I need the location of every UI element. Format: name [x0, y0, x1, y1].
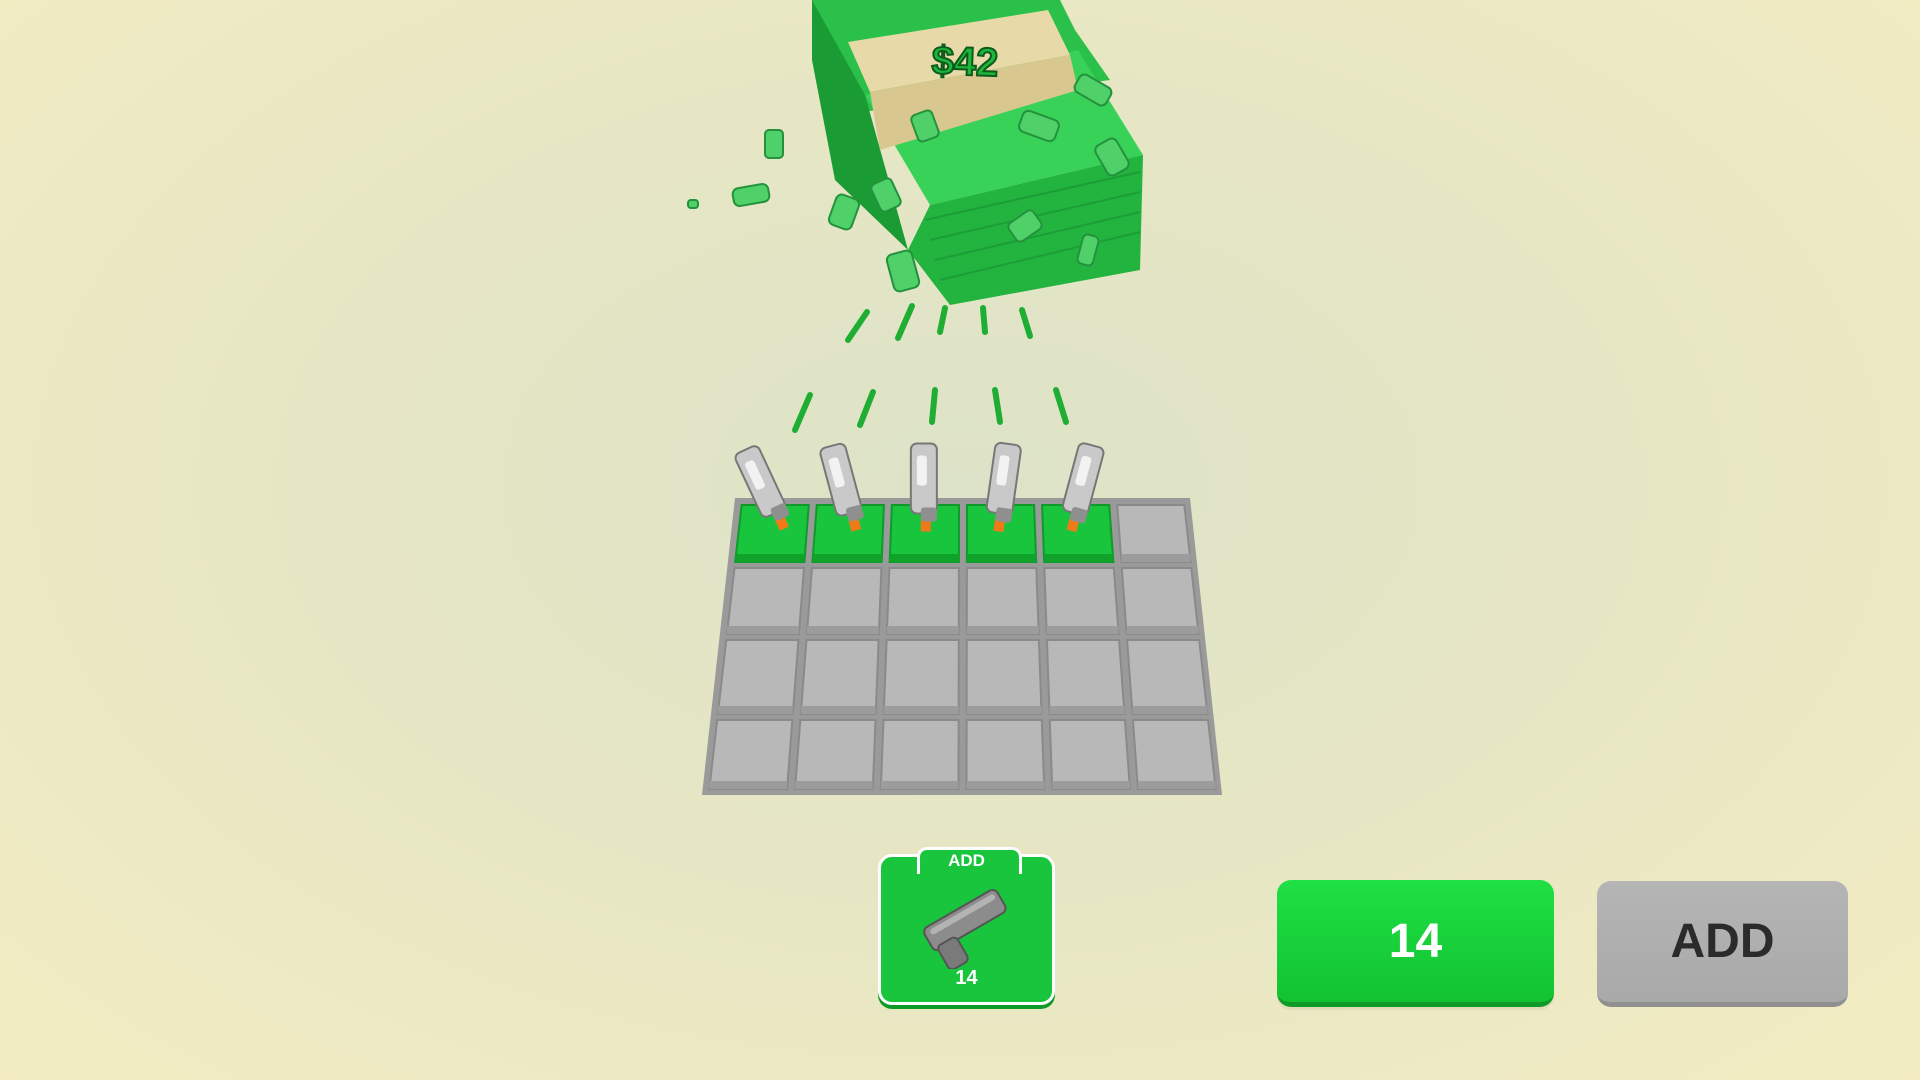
grid-slot-edge	[1046, 626, 1119, 634]
grid-slot[interactable]	[1116, 504, 1192, 563]
money-stack-value: $42	[930, 38, 1000, 86]
grid-slot[interactable]	[799, 639, 880, 715]
grid-slot-edge	[1132, 706, 1208, 714]
grid-slot[interactable]	[1120, 567, 1200, 635]
grid-slot-edge	[883, 706, 959, 714]
add-card-title: ADD	[948, 851, 985, 870]
add-gun-card[interactable]: ADD 14	[878, 847, 1055, 1005]
grid-slot-edge	[886, 626, 959, 634]
grid-slot[interactable]	[879, 719, 960, 790]
grid-slot[interactable]	[805, 567, 883, 635]
grid-slot[interactable]	[1131, 719, 1217, 790]
grid-slot-edge	[966, 554, 1037, 562]
grid-slot-edge	[795, 781, 873, 789]
grid-slot-edge	[1052, 781, 1130, 789]
grid-slot-edge	[806, 626, 879, 634]
grid-slot[interactable]	[716, 639, 800, 715]
grid-slot[interactable]	[1045, 639, 1126, 715]
grid-slot-edge	[717, 706, 793, 714]
grid-slot[interactable]	[965, 639, 1043, 715]
grid-slot[interactable]	[1043, 567, 1120, 635]
bullet-streaks	[792, 303, 1069, 433]
grid-slot-edge	[966, 626, 1039, 634]
grid-slot[interactable]	[1125, 639, 1209, 715]
upgrade-price-button[interactable]: 14	[1277, 880, 1554, 1007]
grid-slot-edge	[812, 554, 882, 562]
grid-slot-edge	[1137, 781, 1216, 789]
grid-slot-edge	[1049, 706, 1125, 714]
add-button-label: ADD	[1670, 915, 1775, 968]
grid-slot-edge	[1121, 554, 1191, 562]
grid-slot[interactable]	[965, 567, 1040, 635]
price-label: 14	[1388, 914, 1443, 968]
grid-slot[interactable]	[708, 719, 794, 790]
grid-slot-edge	[966, 706, 1042, 714]
grid-slot-edge	[735, 554, 805, 562]
grid-slot[interactable]	[882, 639, 960, 715]
grid-slot[interactable]	[885, 567, 960, 635]
grid-slot[interactable]	[793, 719, 877, 790]
pistol-icon	[923, 888, 1007, 969]
grid-slot-edge	[709, 781, 788, 789]
grid-slot[interactable]	[1048, 719, 1132, 790]
add-card-count: 14	[955, 967, 978, 989]
grid-slot-edge	[1126, 626, 1199, 634]
grid-slot-edge	[726, 626, 799, 634]
add-button[interactable]: ADD	[1597, 881, 1848, 1007]
grid-slot-edge	[1044, 554, 1114, 562]
grid-slot-edge	[889, 554, 959, 562]
grid-slot[interactable]	[965, 719, 1046, 790]
grid-slot[interactable]	[725, 567, 806, 635]
grid-slot-edge	[800, 706, 876, 714]
grid-slot-edge	[966, 781, 1045, 789]
grid-slot-edge	[880, 781, 959, 789]
